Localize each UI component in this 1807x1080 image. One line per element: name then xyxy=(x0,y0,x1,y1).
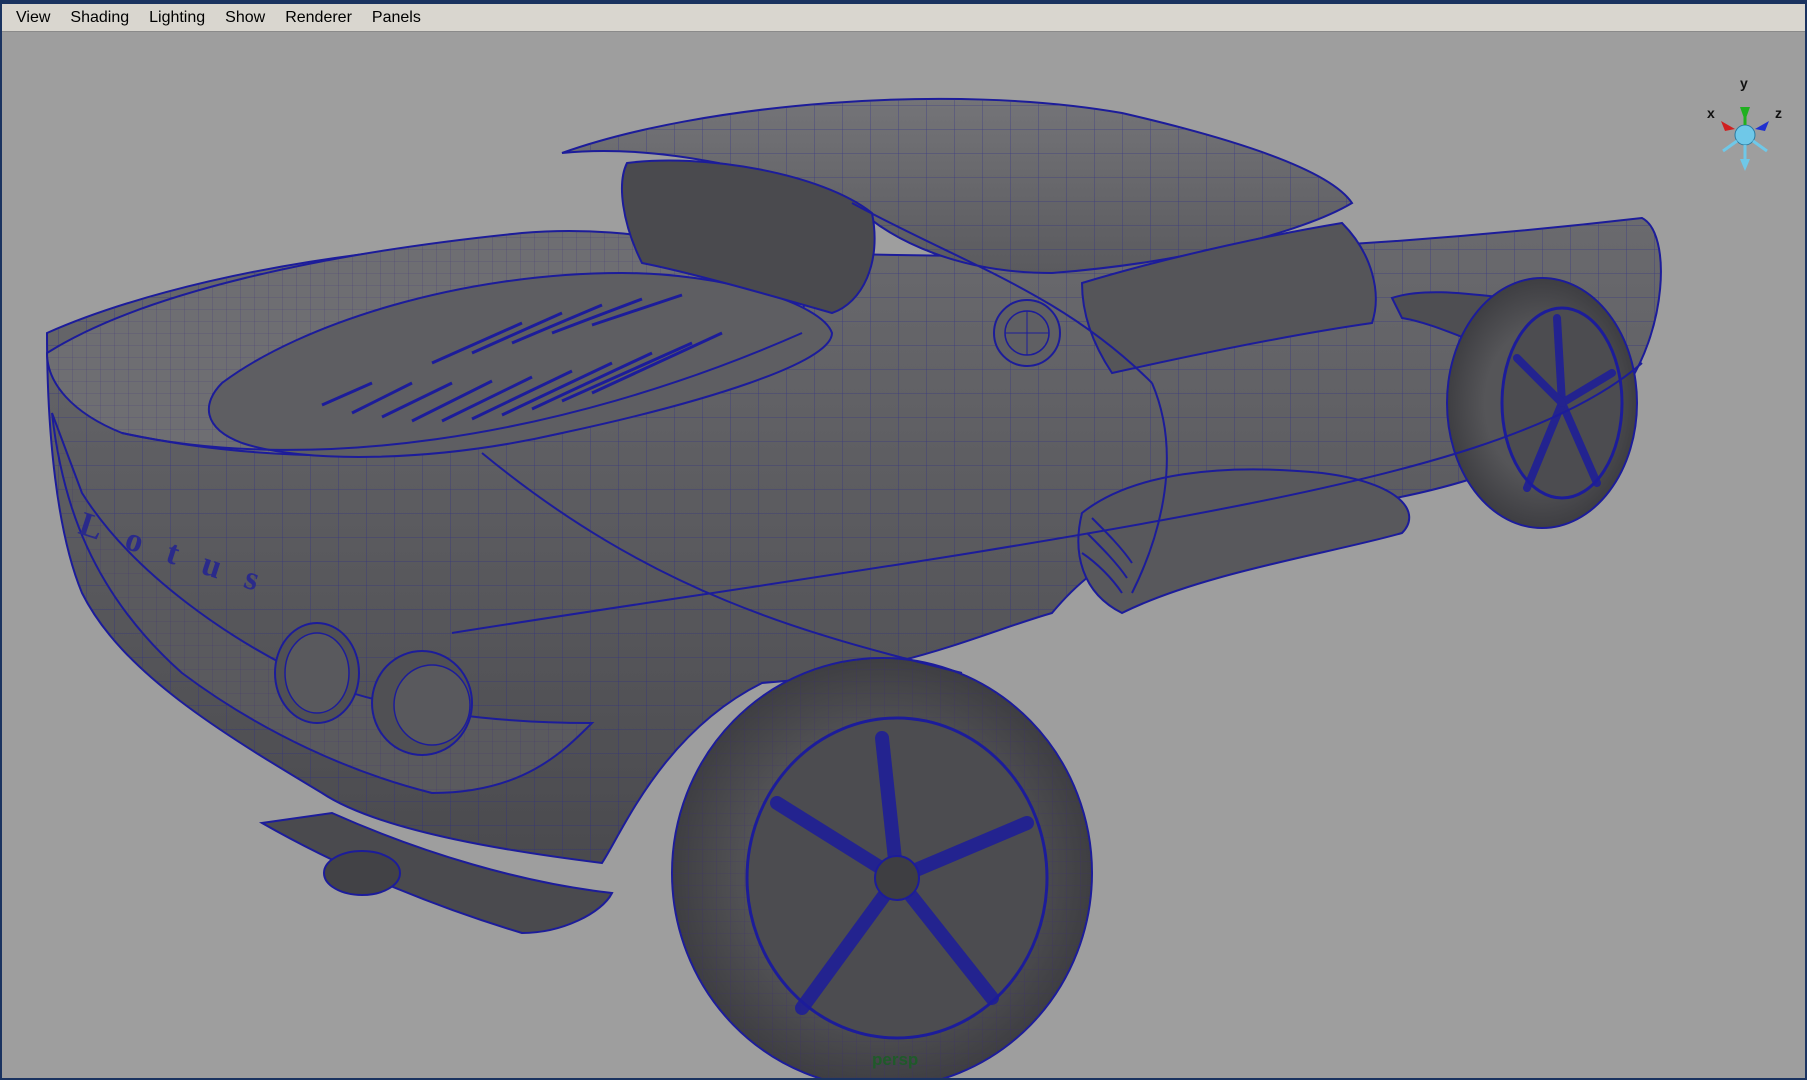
side-intake xyxy=(1077,468,1411,615)
menu-shading[interactable]: Shading xyxy=(64,7,135,29)
axis-label-y: y xyxy=(1740,75,1748,91)
car-model-wireframe[interactable]: Lotus xyxy=(2,33,1805,1078)
menu-panels[interactable]: Panels xyxy=(366,7,427,29)
menu-show[interactable]: Show xyxy=(219,7,271,29)
front-wheel-far xyxy=(1446,277,1638,529)
menu-renderer[interactable]: Renderer xyxy=(279,7,358,29)
menu-lighting[interactable]: Lighting xyxy=(143,7,211,29)
viewport-panel: View Shading Lighting Show Renderer Pane… xyxy=(0,0,1807,1080)
3d-viewport[interactable]: Lotus y x z xyxy=(2,33,1805,1078)
camera-name-label: persp xyxy=(872,1050,919,1069)
axis-label-x: x xyxy=(1707,105,1715,121)
panel-menubar: View Shading Lighting Show Renderer Pane… xyxy=(2,4,1805,32)
view-axis-gizmo[interactable]: y x z xyxy=(1697,73,1792,183)
rear-wheel-near xyxy=(671,657,1093,1078)
axis-label-z: z xyxy=(1775,105,1782,121)
menu-view[interactable]: View xyxy=(10,7,56,29)
